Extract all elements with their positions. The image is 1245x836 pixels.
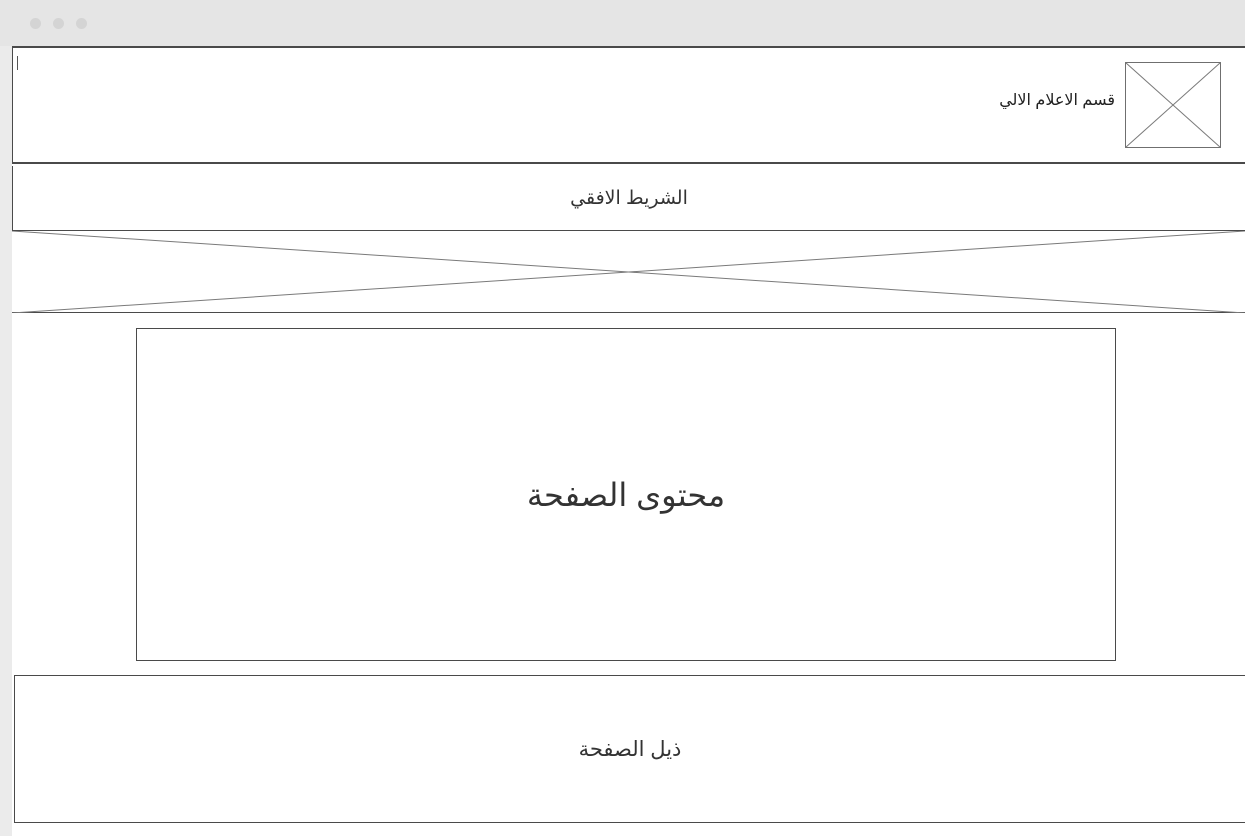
navigation-bar[interactable]: الشريط الافقي <box>12 166 1245 231</box>
header-title: قسم الاعلام الالي <box>999 92 1115 109</box>
page-footer: ذيل الصفحة <box>14 675 1245 823</box>
image-placeholder-icon <box>1125 62 1221 148</box>
navigation-bar-label: الشريط الافقي <box>570 187 688 209</box>
browser-window: قسم الاعلام الالي الشريط الافقي محتوى ال… <box>0 0 1245 836</box>
banner-image-placeholder <box>12 231 1245 313</box>
window-close-dot[interactable] <box>30 18 41 29</box>
footer-label: ذيل الصفحة <box>578 737 682 761</box>
main-content-area: محتوى الصفحة <box>136 328 1116 661</box>
window-maximize-dot[interactable] <box>76 18 87 29</box>
page-header: قسم الاعلام الالي <box>12 46 1245 164</box>
page-wireframe: قسم الاعلام الالي الشريط الافقي محتوى ال… <box>12 46 1245 836</box>
main-content-label: محتوى الصفحة <box>526 476 726 513</box>
window-minimize-dot[interactable] <box>53 18 64 29</box>
window-titlebar <box>0 0 1245 46</box>
text-caret <box>17 56 18 70</box>
